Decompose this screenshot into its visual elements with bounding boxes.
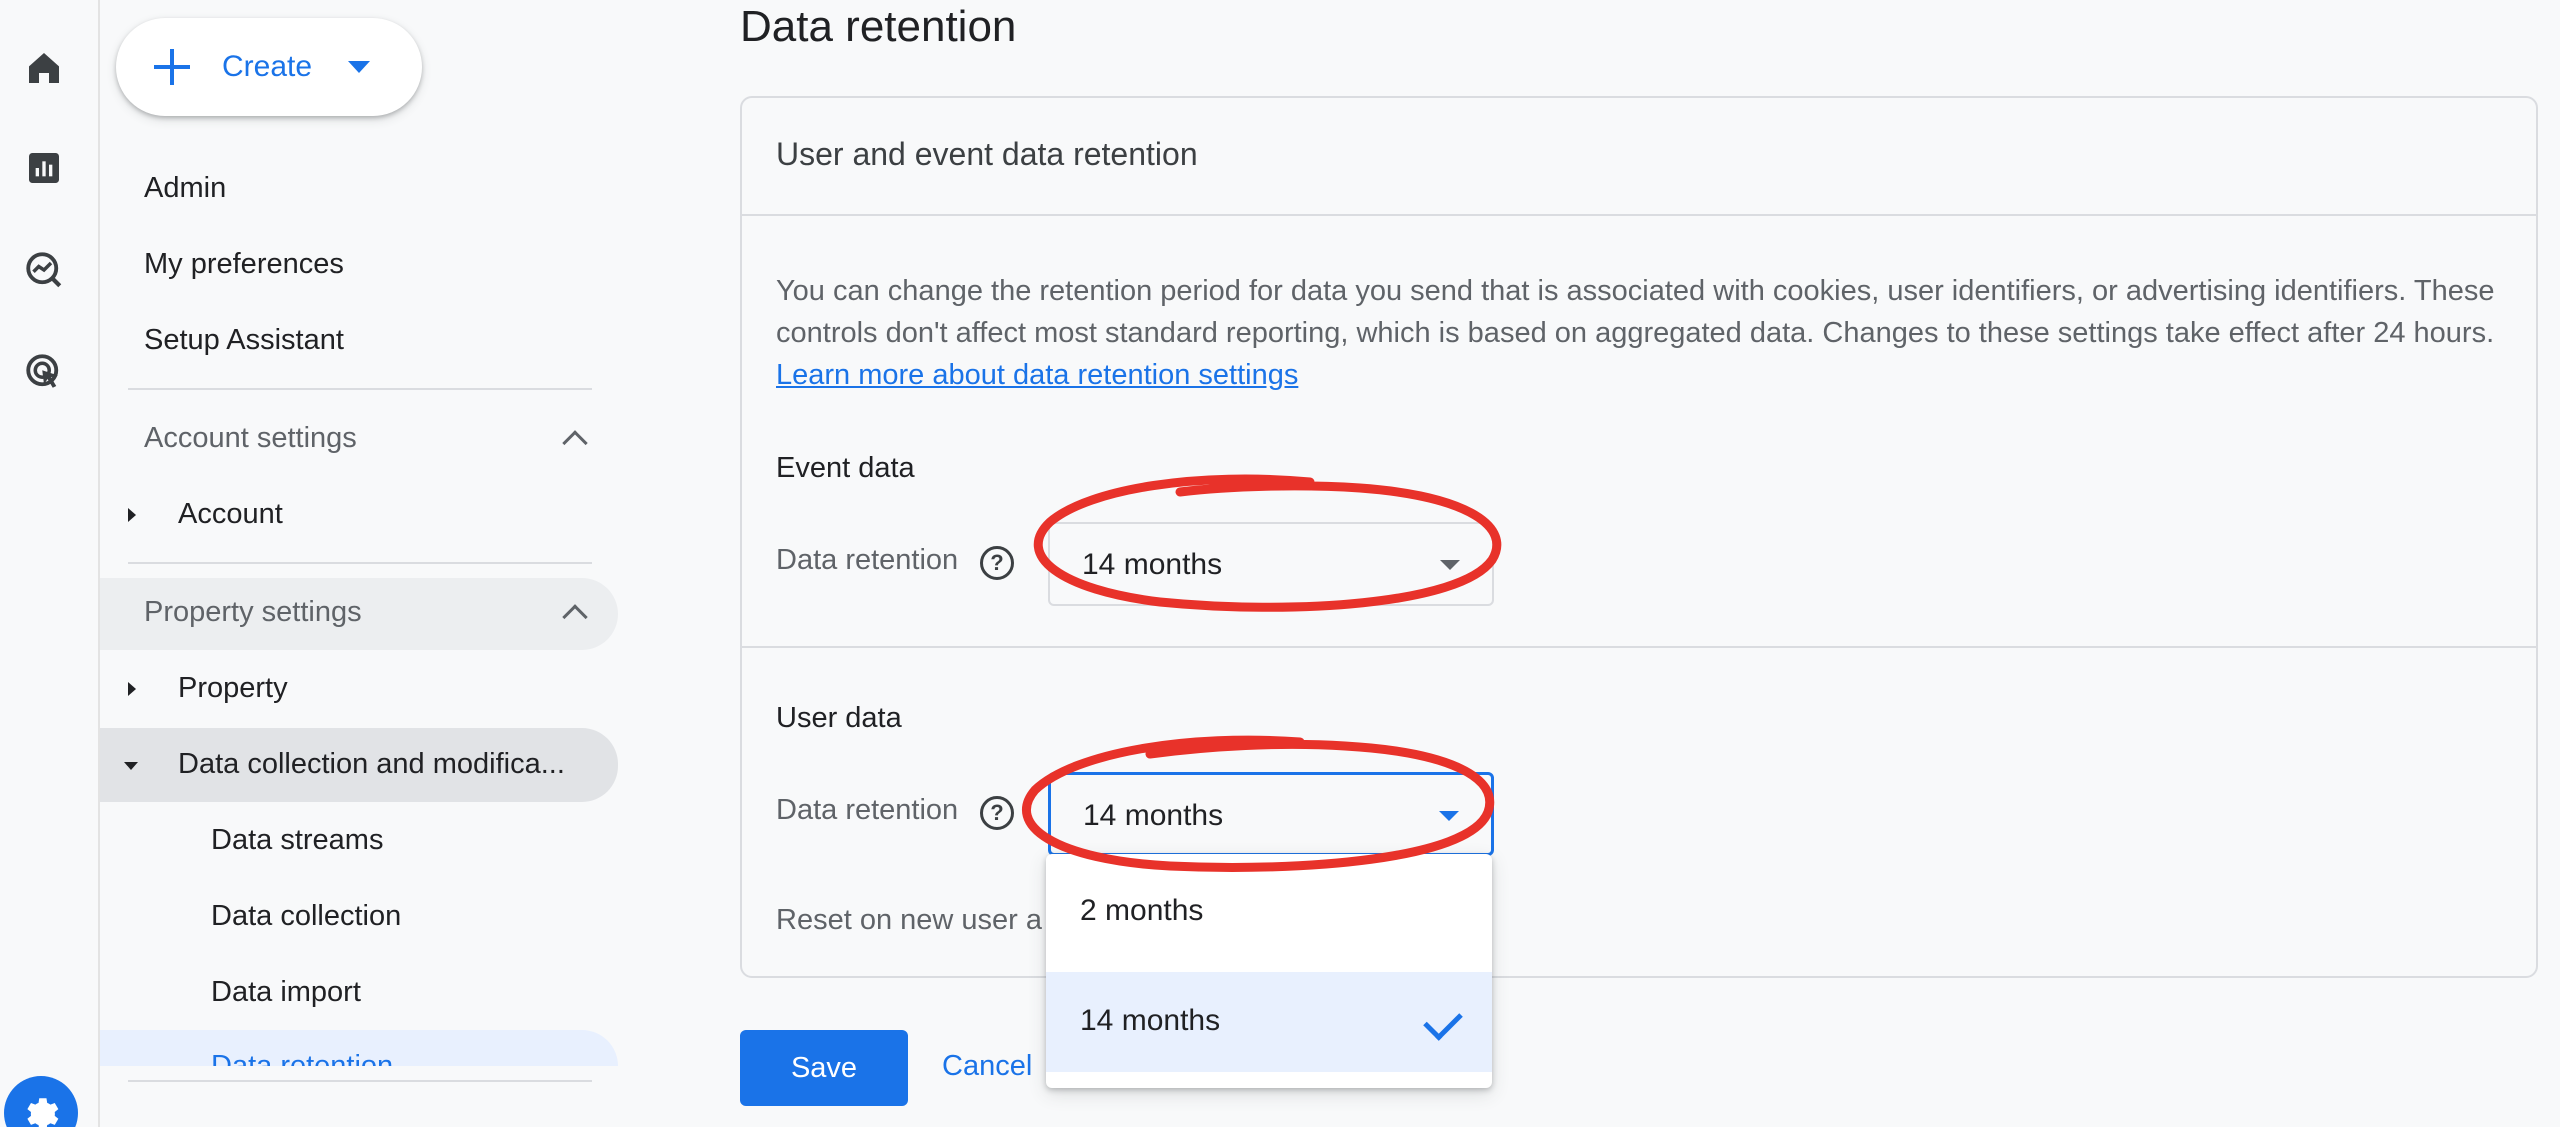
event-retention-value: 14 months (1082, 548, 1223, 581)
nav-section-property-settings[interactable]: Property settings (144, 596, 362, 629)
nav-divider (128, 562, 592, 564)
collapse-arrow-icon[interactable] (124, 762, 138, 770)
home-icon[interactable] (22, 46, 66, 90)
help-icon[interactable]: ? (980, 796, 1014, 830)
reports-icon[interactable] (22, 146, 66, 190)
nav-item-setup-assistant[interactable]: Setup Assistant (144, 324, 344, 357)
explore-icon[interactable] (22, 248, 66, 292)
expand-arrow-icon[interactable] (128, 508, 136, 522)
user-retention-select[interactable]: 14 months (1048, 772, 1494, 856)
user-retention-label: Data retention (776, 794, 959, 826)
nav-item-data-collection[interactable]: Data collection (211, 900, 401, 933)
nav-divider (128, 1080, 592, 1082)
caret-down-icon (348, 61, 371, 73)
nav-item-clip: Data retention (100, 1030, 620, 1066)
description-text: You can change the retention period for … (776, 275, 2495, 349)
chevron-up-icon[interactable] (562, 430, 588, 456)
nav-item-account[interactable]: Account (178, 498, 283, 531)
icon-rail (0, 0, 100, 1127)
card-description: You can change the retention period for … (776, 270, 2516, 396)
card-header: User and event data retention (742, 98, 2536, 216)
menu-option-2-months[interactable]: 2 months (1046, 862, 1492, 962)
checkmark-icon (1423, 1001, 1463, 1041)
menu-option-14-months[interactable]: 14 months (1046, 972, 1492, 1072)
event-retention-select[interactable]: 14 months (1048, 522, 1494, 606)
dropdown-arrow-icon (1440, 560, 1460, 570)
dropdown-arrow-icon (1439, 811, 1459, 821)
menu-option-label: 2 months (1080, 894, 1204, 927)
cancel-button[interactable]: Cancel (942, 1050, 1032, 1083)
nav-item-my-preferences[interactable]: My preferences (144, 248, 344, 281)
nav-item-data-retention[interactable]: Data retention (211, 1050, 393, 1066)
plus-icon (152, 47, 192, 87)
menu-option-label: 14 months (1080, 1004, 1221, 1037)
page-title: Data retention (740, 2, 1017, 51)
nav-section-account-settings[interactable]: Account settings (144, 422, 357, 455)
create-button-label: Create (222, 50, 313, 83)
nav-item-data-import[interactable]: Data import (211, 976, 361, 1009)
event-data-heading: Event data (776, 452, 915, 484)
retention-dropdown-menu: 2 months 14 months (1046, 854, 1492, 1088)
card-title: User and event data retention (776, 136, 1198, 172)
user-data-heading: User data (776, 702, 902, 734)
reset-on-new-user-label: Reset on new user a (776, 904, 1042, 936)
user-retention-value: 14 months (1083, 799, 1224, 832)
admin-nav-panel: Create Admin My preferences Setup Assist… (100, 0, 620, 1127)
save-button[interactable]: Save (740, 1030, 908, 1106)
nav-item-data-streams[interactable]: Data streams (211, 824, 383, 857)
retention-card: User and event data retention You can ch… (740, 96, 2538, 978)
nav-item-data-collection-and-modification[interactable]: Data collection and modifica... (178, 748, 565, 781)
advertising-icon[interactable] (22, 350, 66, 394)
event-retention-label: Data retention (776, 544, 959, 576)
nav-item-admin[interactable]: Admin (144, 172, 226, 205)
nav-item-property[interactable]: Property (178, 672, 288, 705)
expand-arrow-icon[interactable] (128, 682, 136, 696)
create-button[interactable]: Create (116, 18, 422, 116)
card-divider (742, 646, 2536, 648)
learn-more-link[interactable]: Learn more about data retention settings (776, 359, 1298, 391)
nav-divider (128, 388, 592, 390)
gear-icon[interactable] (4, 1076, 78, 1127)
help-icon[interactable]: ? (980, 546, 1014, 580)
